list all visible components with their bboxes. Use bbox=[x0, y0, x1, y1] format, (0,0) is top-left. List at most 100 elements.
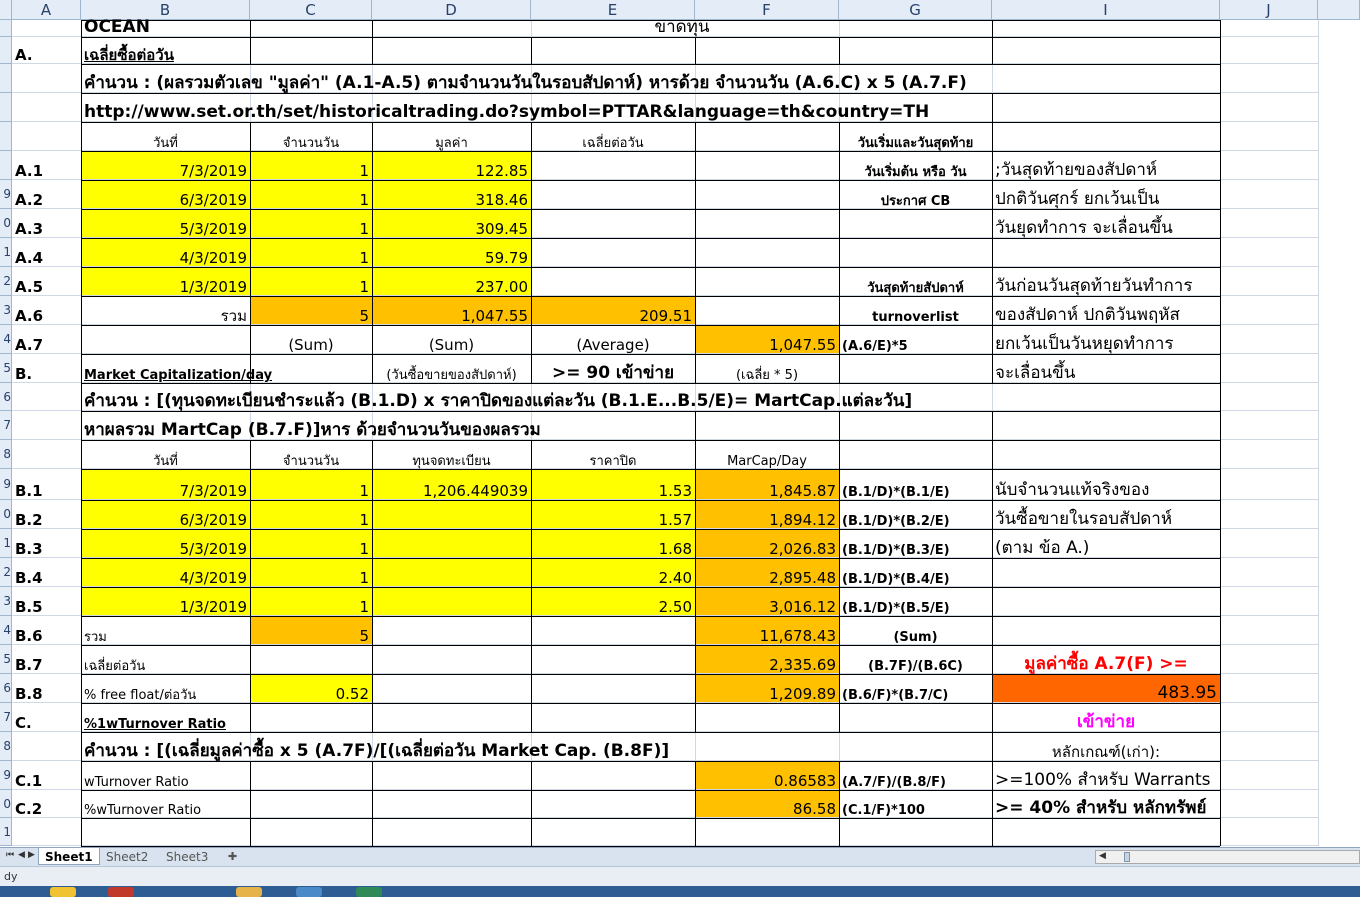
row-header[interactable]: 3 bbox=[0, 587, 12, 616]
cell-f19[interactable]: 2,026.83 bbox=[695, 529, 839, 558]
cell-d11[interactable]: 1,047.55 bbox=[372, 296, 531, 325]
cell-i18[interactable]: วันซื้อขายในรอบสัปดาห์ bbox=[992, 500, 1220, 529]
cell-d10[interactable]: 237.00 bbox=[372, 267, 531, 296]
cell-g7[interactable]: ประกาศ CB bbox=[839, 180, 992, 209]
column-header-c[interactable]: C bbox=[250, 0, 372, 20]
cell-d1[interactable]: ขาดทุน bbox=[372, 19, 992, 37]
cell-c18[interactable]: 1 bbox=[250, 500, 372, 529]
cell-i17[interactable]: นับจำนวนแท้จริงของ bbox=[992, 469, 1220, 500]
next-sheet-icon[interactable]: ▶ bbox=[28, 850, 35, 860]
cell-i10[interactable]: วันก่อนวันสุดท้ายวันทำการ bbox=[992, 267, 1220, 296]
cell-g10[interactable]: วันสุดท้ายสัปดาห์ bbox=[839, 267, 992, 296]
row-header[interactable]: 6 bbox=[0, 674, 12, 703]
cell-a27[interactable]: C.1 bbox=[12, 761, 81, 790]
row-header[interactable]: 9 bbox=[0, 180, 12, 209]
cell-b23[interactable]: เฉลี่ยต่อวัน bbox=[81, 645, 250, 674]
cell-b21[interactable]: 1/3/2019 bbox=[81, 587, 250, 616]
cell-a10[interactable]: A.5 bbox=[12, 267, 81, 296]
cell-a24[interactable]: B.8 bbox=[12, 674, 81, 703]
cell-e11[interactable]: 209.51 bbox=[531, 296, 695, 325]
cell-f23[interactable]: 2,335.69 bbox=[695, 645, 839, 674]
row-header[interactable]: 0 bbox=[0, 790, 12, 818]
row-header[interactable]: 9 bbox=[0, 469, 12, 500]
cell-e17[interactable]: 1.53 bbox=[531, 469, 695, 500]
cell-i6[interactable]: ;วันสุดท้ายของสัปดาห์ bbox=[992, 151, 1220, 180]
cell-a25[interactable]: C. bbox=[12, 703, 81, 732]
cell-a18[interactable]: B.2 bbox=[12, 500, 81, 529]
scroll-left-icon[interactable]: ◀ bbox=[1099, 851, 1106, 861]
cell-f12[interactable]: 1,047.55 bbox=[695, 325, 839, 354]
cell-c11[interactable]: 5 bbox=[250, 296, 372, 325]
cell-b3[interactable]: คำนวน : (ผลรวมตัวเลข "มูลค่า" (A.1-A.5) … bbox=[81, 64, 1220, 93]
cell-g27[interactable]: (A.7/F)/(B.8/F) bbox=[839, 761, 992, 790]
row-header[interactable] bbox=[0, 37, 12, 64]
cell-i11[interactable]: ของสัปดาห์ ปกติวันพฤหัส bbox=[992, 296, 1220, 325]
cell-g18[interactable]: (B.1/D)*(B.2/E) bbox=[839, 500, 992, 529]
row-header[interactable] bbox=[0, 64, 12, 93]
cell-i19[interactable]: (ตาม ข้อ A.) bbox=[992, 529, 1220, 558]
cell-f17[interactable]: 1,845.87 bbox=[695, 469, 839, 500]
taskbar-folder-icon[interactable] bbox=[236, 887, 262, 897]
cell-d17[interactable]: 1,206.449039 bbox=[372, 469, 531, 500]
cell-a13[interactable]: B. bbox=[12, 354, 81, 383]
sheet-tab-2[interactable]: Sheet2 bbox=[100, 848, 154, 865]
cell-b7[interactable]: 6/3/2019 bbox=[81, 180, 250, 209]
cell-i27[interactable]: >=100% สำหรับ Warrants bbox=[992, 761, 1220, 790]
cell-f20[interactable]: 2,895.48 bbox=[695, 558, 839, 587]
cell-f16[interactable]: MarCap/Day bbox=[695, 440, 839, 469]
row-header[interactable]: 8 bbox=[0, 440, 12, 469]
column-header-blank[interactable] bbox=[1318, 0, 1360, 20]
cell-a7[interactable]: A.2 bbox=[12, 180, 81, 209]
cell-f18[interactable]: 1,894.12 bbox=[695, 500, 839, 529]
cell-c7[interactable]: 1 bbox=[250, 180, 372, 209]
cell-b6[interactable]: 7/3/2019 bbox=[81, 151, 250, 180]
row-header[interactable]: 2 bbox=[0, 558, 12, 587]
cell-f13[interactable]: (เฉลี่ย * 5) bbox=[695, 354, 839, 383]
cell-b19[interactable]: 5/3/2019 bbox=[81, 529, 250, 558]
cell-b10[interactable]: 1/3/2019 bbox=[81, 267, 250, 296]
cell-c5[interactable]: จำนวนวัน bbox=[250, 122, 372, 151]
cell-b18[interactable]: 6/3/2019 bbox=[81, 500, 250, 529]
cell-b4[interactable]: http://www.set.or.th/set/historicaltradi… bbox=[81, 93, 1220, 122]
cell-b2[interactable]: เฉลี่ยซื้อต่อวัน bbox=[81, 37, 1220, 64]
cell-d12[interactable]: (Sum) bbox=[372, 325, 531, 354]
cell-g22[interactable]: (Sum) bbox=[839, 616, 992, 645]
row-header[interactable]: 9 bbox=[0, 761, 12, 790]
cell-i26[interactable]: หลักเกณฑ์(เก่า): bbox=[992, 732, 1220, 761]
taskbar-explorer-icon[interactable] bbox=[50, 887, 76, 897]
row-header[interactable]: 4 bbox=[0, 325, 12, 354]
cell-c9[interactable]: 1 bbox=[250, 238, 372, 267]
cell-f24[interactable]: 1,209.89 bbox=[695, 674, 839, 703]
cell-a12[interactable]: A.7 bbox=[12, 325, 81, 354]
cell-g5[interactable]: วันเริ่มและวันสุดท้าย bbox=[839, 122, 992, 151]
cell-d9[interactable]: 59.79 bbox=[372, 238, 531, 267]
row-header[interactable]: 8 bbox=[0, 732, 12, 761]
cell-b22[interactable]: รวม bbox=[81, 616, 250, 645]
cell-e16[interactable]: ราคาปิด bbox=[531, 440, 695, 469]
cell-a22[interactable]: B.6 bbox=[12, 616, 81, 645]
cell-a28[interactable]: C.2 bbox=[12, 790, 81, 818]
cell-a8[interactable]: A.3 bbox=[12, 209, 81, 238]
cell-e5[interactable]: เฉลี่ยต่อวัน bbox=[531, 122, 695, 151]
row-header[interactable]: 1 bbox=[0, 238, 12, 267]
cell-b15[interactable]: หาผลรวม MartCap (B.7.F)]หาร ด้วยจำนวนวัน… bbox=[81, 411, 1220, 440]
cell-c6[interactable]: 1 bbox=[250, 151, 372, 180]
column-header-blank[interactable] bbox=[0, 0, 12, 20]
insert-sheet-icon[interactable]: ✚ bbox=[222, 848, 243, 865]
cell-b24[interactable]: % free float/ต่อวัน bbox=[81, 674, 250, 703]
cell-g17[interactable]: (B.1/D)*(B.1/E) bbox=[839, 469, 992, 500]
worksheet-grid[interactable]: A B C D E F G I J 9 0 1 2 3 4 5 6 7 8 9 0 1 2 3 4 5 6 7 8 9 0 1 OCEAN ขาด… bbox=[0, 0, 1360, 847]
cell-i7[interactable]: ปกติวันศุกร์ ยกเว้นเป็น bbox=[992, 180, 1220, 209]
cell-g11[interactable]: turnoverlist bbox=[839, 296, 992, 325]
taskbar-app-icon[interactable] bbox=[296, 887, 322, 897]
cell-f27[interactable]: 0.86583 bbox=[695, 761, 839, 790]
cell-e13a[interactable]: >= 90 เข้าข่าย bbox=[531, 354, 695, 383]
cell-b5[interactable]: วันที่ bbox=[81, 122, 250, 151]
cell-i28[interactable]: >= 40% สำหรับ หลักทรัพย์ bbox=[992, 790, 1220, 818]
cell-i8[interactable]: วันยุดทำการ จะเลื่อนขึ้น bbox=[992, 209, 1220, 238]
row-header[interactable]: 1 bbox=[0, 818, 12, 846]
cell-b11[interactable]: รวม bbox=[81, 296, 250, 325]
cell-e19[interactable]: 1.68 bbox=[531, 529, 695, 558]
cell-d6[interactable]: 122.85 bbox=[372, 151, 531, 180]
cell-g6[interactable]: วันเริ่มต้น หรือ วัน bbox=[839, 151, 992, 180]
